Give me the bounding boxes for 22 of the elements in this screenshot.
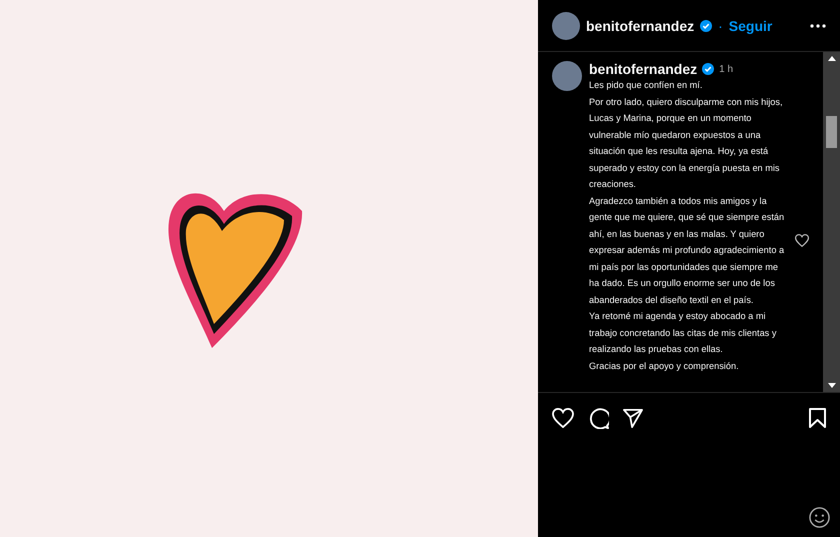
send-icon[interactable] [623, 408, 643, 428]
caption-paragraph: Ya retomé mi agenda y estoy abocado a mi trabajo concretando las citas de mis clientas y realizando las pruebas con ellas. [589, 310, 778, 356]
scrollbar-thumb[interactable] [826, 116, 837, 148]
scroll-up-icon[interactable] [828, 56, 836, 61]
caption-paragraph: Agradezco también a todos mis amigos y la gente que me quiere, que sé que siempre están ahí, en las buenas y en las malas. Y quiero expresar además mi profundo agradecimiento a mi país por las oportunidades que siempre me ha dado. Es un orgullo enorme ser uno de los abanderados del diseño textil en el país. [589, 194, 786, 307]
bookmark-icon[interactable] [809, 408, 826, 428]
more-options-icon[interactable] [810, 24, 826, 28]
separator: · [718, 18, 723, 34]
caption-paragraph: Les pido que confíen en mí. [589, 79, 704, 92]
caption-paragraph: Gracias por el apoyo y comprensión. [589, 360, 740, 373]
timestamp: 1 h [719, 64, 734, 74]
emoji-icon[interactable] [809, 507, 830, 528]
avatar[interactable] [552, 61, 582, 91]
heart-icon[interactable] [795, 234, 809, 247]
scroll-down-icon[interactable] [828, 383, 836, 388]
username[interactable]: benitofernandez [586, 18, 694, 34]
caption-paragraph: Por otro lado, quiero disculparme con mis hijos, Lucas y Marina, porque en un momento vulnerable mío quedaron expuestos a una situación que les resulta ajena. Hoy, ya está superado y estoy con la energía puesta en mis creaciones. [589, 96, 784, 191]
comment-icon[interactable] [588, 408, 609, 428]
scrollbar[interactable] [823, 52, 840, 392]
avatar[interactable] [552, 12, 580, 40]
username[interactable]: benitofernandez [589, 61, 698, 77]
follow-button[interactable]: Seguir [728, 18, 772, 34]
